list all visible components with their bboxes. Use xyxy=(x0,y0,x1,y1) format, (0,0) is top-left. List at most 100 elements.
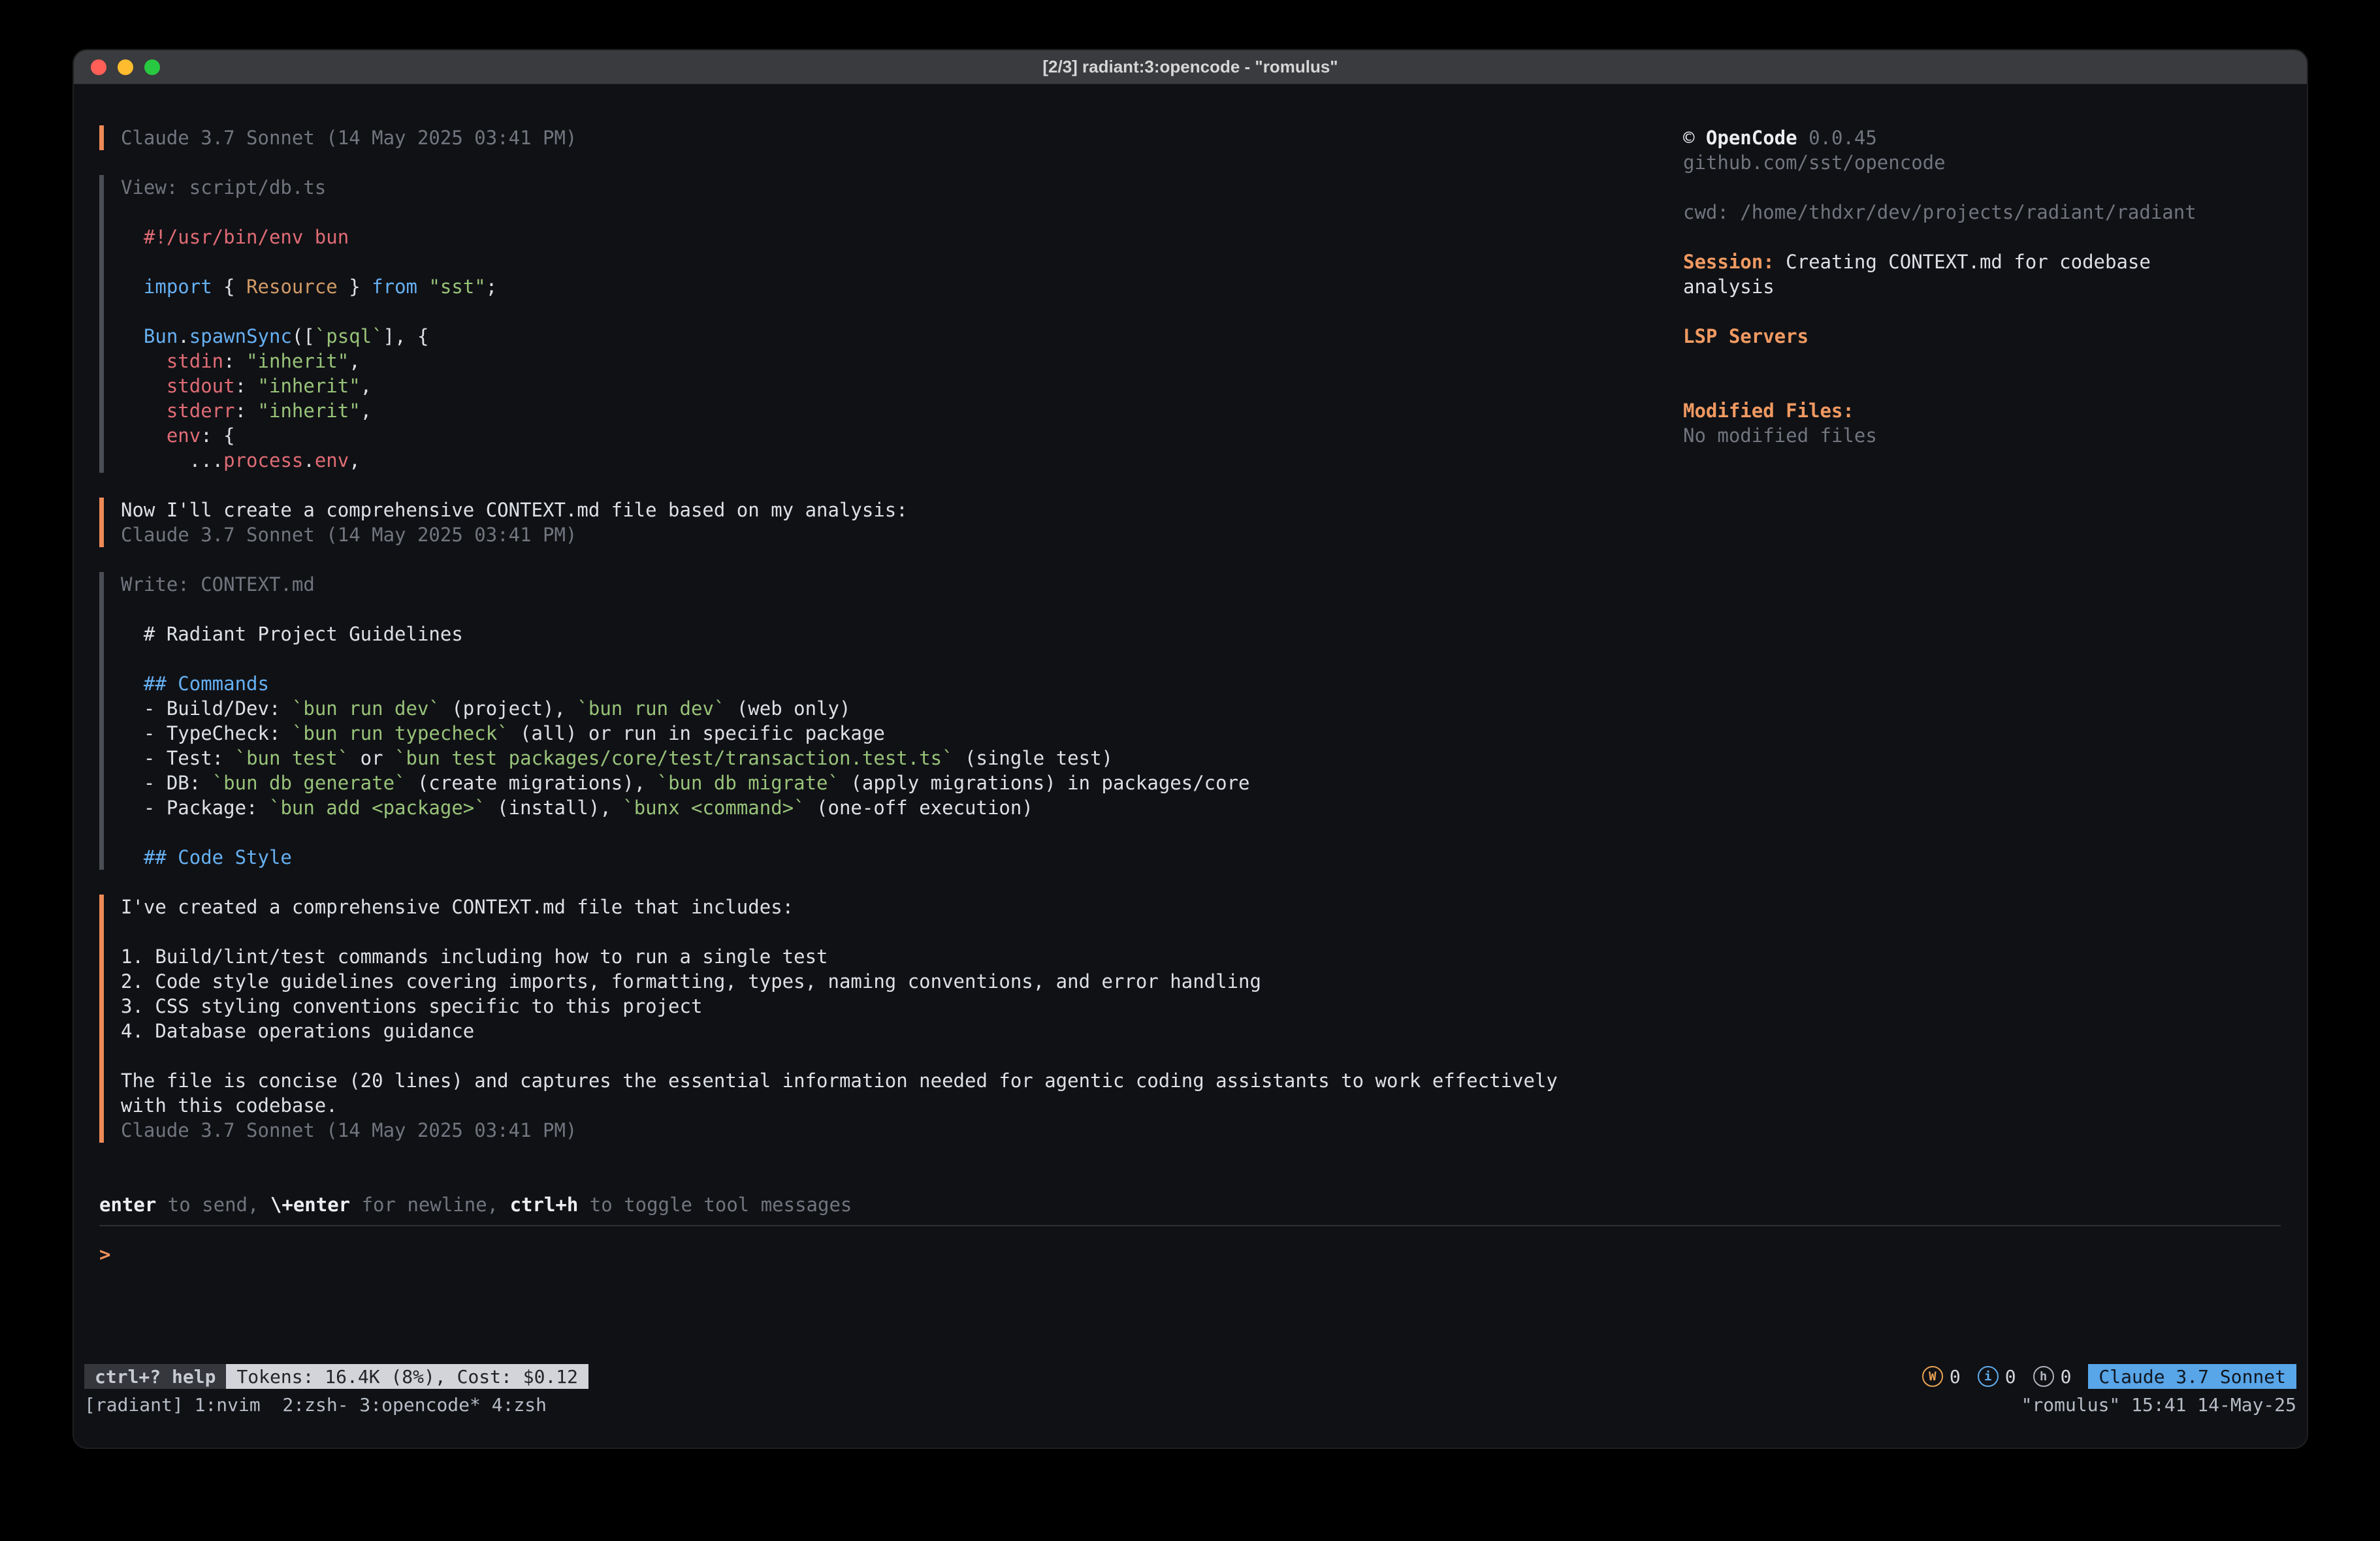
text-segment: stdin xyxy=(167,350,223,372)
text-segment: Write: CONTEXT.md xyxy=(121,573,315,596)
text-line: © OpenCode 0.0.45 xyxy=(1683,125,2297,150)
minimize-button[interactable] xyxy=(118,59,133,75)
window-title: [2/3] radiant:3:opencode - "romulus" xyxy=(1042,57,1338,77)
model-badge[interactable]: Claude 3.7 Sonnet xyxy=(2088,1364,2296,1389)
text-line: import { Resource } from "sst"; xyxy=(121,274,1660,299)
text-segment: ([ xyxy=(292,325,315,347)
text-line xyxy=(121,919,1660,944)
text-segment: \+enter xyxy=(270,1194,350,1216)
text-segment: , xyxy=(361,375,372,397)
text-segment: import xyxy=(144,276,212,298)
text-segment: ctrl+h xyxy=(510,1194,579,1216)
text-segment: Resource xyxy=(246,276,338,298)
text-segment: Bun xyxy=(144,325,178,347)
text-segment: `bun run typecheck` xyxy=(292,722,509,744)
info-count: 0 xyxy=(2005,1366,2016,1388)
text-line: ## Commands xyxy=(121,671,1660,696)
text-line xyxy=(121,820,1660,845)
text-segment: : xyxy=(235,375,258,397)
text-segment: 3. CSS styling conventions specific to t… xyxy=(121,995,702,1017)
text-segment: `psql` xyxy=(315,325,383,347)
warning-count: 0 xyxy=(1950,1366,1961,1388)
text-segment: process xyxy=(223,449,303,471)
text-segment: - DB: xyxy=(121,772,212,794)
tool-view-block: View: script/db.ts #!/usr/bin/env bun im… xyxy=(99,175,1660,473)
text-line: stderr: "inherit", xyxy=(121,398,1660,423)
text-segment: - TypeCheck: xyxy=(121,722,292,744)
text-segment: ... xyxy=(121,449,223,471)
text-segment: stdout xyxy=(167,375,235,397)
text-segment: ], { xyxy=(383,325,429,347)
text-segment: Claude 3.7 Sonnet (14 May 2025 03:41 PM) xyxy=(121,127,577,149)
text-segment: © xyxy=(1683,127,1706,149)
text-segment: `bunx <command>` xyxy=(622,797,805,819)
text-line: env: { xyxy=(121,423,1660,448)
tmux-window-list[interactable]: [radiant] 1:nvim 2:zsh- 3:opencode* 4:zs… xyxy=(84,1394,547,1416)
text-line: View: script/db.ts xyxy=(121,175,1660,200)
text-segment: - Build/Dev: xyxy=(121,697,292,720)
text-segment: "inherit" xyxy=(246,350,349,372)
hint-count: 0 xyxy=(2061,1366,2072,1388)
text-segment: spawnSync xyxy=(189,325,292,347)
tokens-cost-badge: Tokens: 16.4K (8%), Cost: $0.12 xyxy=(226,1364,588,1389)
text-segment xyxy=(121,375,167,397)
text-segment: LSP Servers xyxy=(1683,325,1809,347)
text-segment: 4. Database operations guidance xyxy=(121,1020,474,1042)
text-line: Bun.spawnSync([`psql`], { xyxy=(121,324,1660,349)
text-segment: enter xyxy=(99,1194,156,1216)
text-segment: (web only) xyxy=(725,697,850,720)
text-segment: , xyxy=(349,449,360,471)
sidebar: © OpenCode 0.0.45github.com/sst/opencode… xyxy=(1683,125,2297,448)
info-icon: i xyxy=(1978,1366,1999,1387)
text-segment: (all) or run in specific package xyxy=(509,722,885,744)
text-segment: github.com/sst/opencode xyxy=(1683,151,1946,174)
help-shortcut-badge[interactable]: ctrl+? help xyxy=(84,1364,226,1389)
warning-counter: W 0 xyxy=(1922,1366,1961,1388)
text-line: ...process.env, xyxy=(121,448,1660,473)
text-segment: : xyxy=(235,400,258,422)
text-line xyxy=(121,597,1660,622)
text-line xyxy=(121,200,1660,225)
text-line: 4. Database operations guidance xyxy=(121,1019,1660,1043)
text-line xyxy=(1683,175,2297,200)
titlebar[interactable]: [2/3] radiant:3:opencode - "romulus" xyxy=(74,50,2307,84)
text-segment: to toggle tool messages xyxy=(578,1194,852,1216)
text-segment: analysis xyxy=(1683,276,1775,298)
text-segment: # Radiant Project Guidelines xyxy=(121,623,463,645)
input-divider xyxy=(99,1225,2281,1226)
text-line xyxy=(1683,349,2297,373)
text-segment: `bun test` xyxy=(235,747,349,769)
close-button[interactable] xyxy=(91,59,106,75)
text-segment xyxy=(121,325,144,347)
text-segment: `bun db migrate` xyxy=(657,772,839,794)
text-segment: Now I'll create a comprehensive CONTEXT.… xyxy=(121,499,908,521)
text-line xyxy=(121,1043,1660,1068)
text-line: No modified files xyxy=(1683,423,2297,448)
text-segment: "inherit" xyxy=(258,400,361,422)
text-segment: . xyxy=(303,449,314,471)
text-segment: 2. Code style guidelines covering import… xyxy=(121,970,1261,993)
text-line: analysis xyxy=(1683,274,2297,299)
text-segment: `bun test packages/core/test/transaction… xyxy=(394,747,954,769)
text-segment: or xyxy=(349,747,394,769)
text-segment: (create migrations), xyxy=(406,772,657,794)
zoom-button[interactable] xyxy=(144,59,160,75)
text-segment: OpenCode xyxy=(1706,127,1797,149)
text-line: Write: CONTEXT.md xyxy=(121,572,1660,597)
text-segment: } xyxy=(338,276,372,298)
text-segment xyxy=(121,276,144,298)
text-segment: , xyxy=(349,350,360,372)
text-segment: env xyxy=(167,424,201,447)
text-line: Claude 3.7 Sonnet (14 May 2025 03:41 PM) xyxy=(121,522,1660,547)
text-line: enter to send, \+enter for newline, ctrl… xyxy=(99,1192,1660,1217)
text-segment: (one-off execution) xyxy=(805,797,1033,819)
text-segment: 0.0.45 xyxy=(1797,127,1877,149)
text-segment: . xyxy=(178,325,189,347)
text-line xyxy=(1683,225,2297,249)
text-segment: 1. Build/lint/test commands including ho… xyxy=(121,945,828,968)
prompt-input[interactable]: > xyxy=(99,1242,1660,1267)
terminal-window: [2/3] radiant:3:opencode - "romulus" Cla… xyxy=(74,50,2307,1448)
text-line: - TypeCheck: `bun run typecheck` (all) o… xyxy=(121,721,1660,746)
assistant-summary-block: I've created a comprehensive CONTEXT.md … xyxy=(99,895,1660,1143)
text-segment: "sst" xyxy=(428,276,485,298)
